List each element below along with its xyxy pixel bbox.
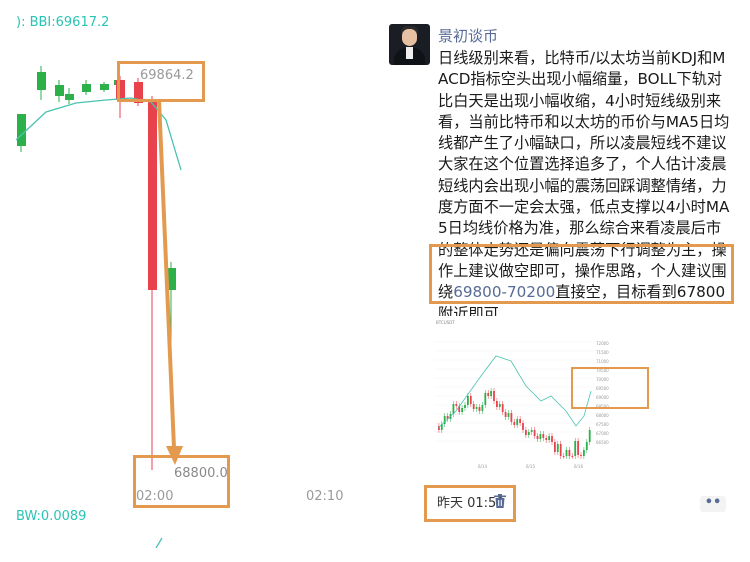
thumb-axis-label: 66500 [596,440,609,445]
thumb-candle [522,423,524,430]
thumbnail-price-highlight-box [571,367,649,409]
thumb-top-label: BTCUSDT [436,320,455,325]
candle-body [17,114,26,146]
thumb-candle [565,450,568,456]
thumb-candle [588,430,591,442]
thumb-candle [507,413,510,417]
thumb-date-label: 6/16 [574,464,583,469]
thumb-axis-label: 72000 [596,341,609,346]
thumb-candle [583,450,585,456]
thumb-candle [455,404,458,406]
candle-body [37,72,46,90]
thumb-candle [551,436,553,442]
timestamp-highlight-box [424,485,516,522]
thumb-candle [513,422,516,425]
thumb-candle [530,430,533,432]
thumb-candle [516,419,519,425]
high-price-highlight-box [117,61,205,102]
candle-body [148,100,157,290]
thumb-candle [568,450,571,456]
thumb-candle [548,436,550,440]
thumb-candle [475,407,478,409]
thumb-candle [490,391,492,396]
thumb-candle [469,396,472,404]
thumb-candle [554,442,556,452]
candle-body [65,94,74,100]
low-price-highlight-box [133,455,230,508]
candle-body [100,84,109,90]
more-dots-icon: •• [704,495,722,510]
thumb-candle [525,430,527,435]
thumb-candle [533,430,536,436]
thumb-axis-label: 71000 [596,359,609,364]
thumb-candle [484,393,487,405]
ma-line-tail [155,537,163,548]
thumb-candle [481,405,484,411]
bw-indicator-label: BW:0.0089 [16,509,87,524]
thumb-candle [539,434,542,439]
bbi-indicator-label: ): BBI:69617.2 [16,15,110,30]
thumb-axis-label: 67500 [596,422,609,427]
thumb-date-label: 6/15 [526,464,535,469]
thumb-candle [478,407,481,411]
thumb-candle [527,432,530,435]
thumb-candle [498,404,501,407]
post-username[interactable]: 景初谈币 [438,25,498,46]
thumb-candle [585,442,588,450]
thumb-candle [574,441,577,456]
time-label-0210: 02:10 [306,489,344,504]
thumb-axis-label: 71500 [596,350,609,355]
candle-body [55,85,64,96]
thumb-candle [562,456,565,457]
thumb-candle [510,413,513,422]
thumb-axis-label: 67000 [596,431,609,436]
thumb-candle [545,438,548,440]
thumb-candle [504,412,507,417]
thumb-candle [501,404,504,412]
thumb-candle [536,436,539,439]
thumb-candle [461,408,463,412]
thumb-date-label: 6/14 [478,464,487,469]
thumb-candle [577,441,579,455]
thumb-candle [542,434,545,438]
thumb-candle [519,419,521,423]
thumb-candle [559,444,562,456]
thumb-axis-label: 68000 [596,413,609,418]
thumb-candle [467,396,469,405]
thumb-candle [472,404,475,409]
thumb-candle [493,391,495,401]
thumb-candle [556,444,559,452]
candle-body [82,84,91,92]
thumb-candle [464,405,466,408]
thumb-candle [487,393,490,396]
thumb-candle [571,456,574,457]
thumb-candle [580,455,582,456]
user-avatar[interactable] [389,24,430,65]
thumb-candle [496,401,498,407]
more-options-button[interactable]: •• [700,496,726,512]
trade-idea-highlight-box [429,244,734,304]
